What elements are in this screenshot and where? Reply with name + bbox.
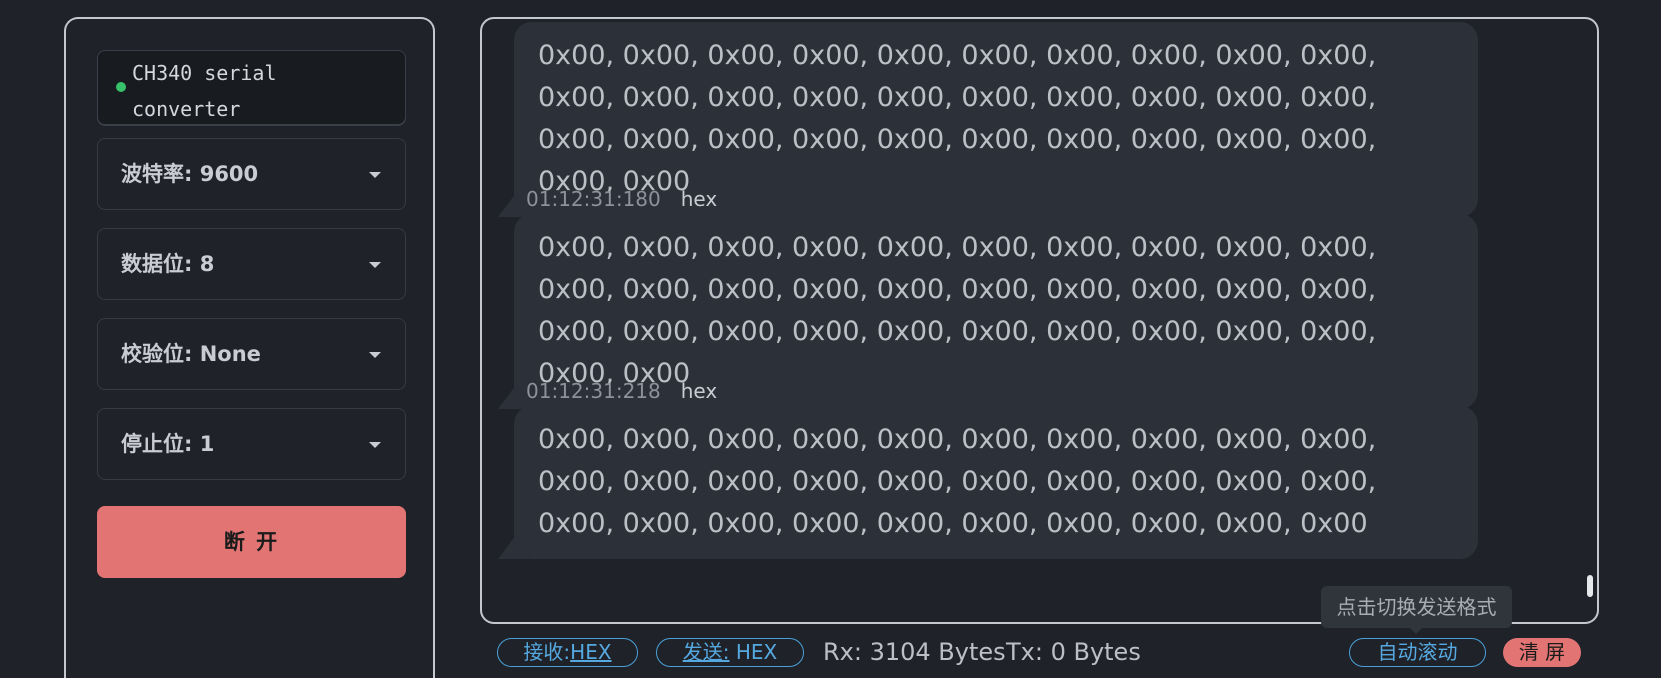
message-body: 0x00, 0x00, 0x00, 0x00, 0x00, 0x00, 0x00… xyxy=(538,232,1377,389)
message-time: 01:12:31:180 xyxy=(526,187,661,211)
message-meta: 01:12:31:218 hex xyxy=(526,379,717,403)
data-bits-label: 数据位: 8 xyxy=(121,252,215,276)
tx-format-toggle[interactable]: 发送: HEX xyxy=(656,638,804,667)
rx-format-label: 接收: xyxy=(523,640,571,664)
rx-format-toggle[interactable]: 接收:HEX xyxy=(497,638,638,667)
baud-rate-label: 波特率: 9600 xyxy=(121,162,259,186)
message-type: hex xyxy=(680,379,718,403)
message-body: 0x00, 0x00, 0x00, 0x00, 0x00, 0x00, 0x00… xyxy=(538,424,1377,539)
chevron-down-icon xyxy=(369,442,381,448)
message-bubble: 0x00, 0x00, 0x00, 0x00, 0x00, 0x00, 0x00… xyxy=(514,406,1478,559)
baud-rate-select[interactable]: 波特率: 9600 xyxy=(97,138,406,210)
connection-panel: CH340 serial converter 波特率: 9600 数据位: 8 … xyxy=(64,17,435,678)
tx-format-label: 发送: xyxy=(682,640,730,664)
chevron-down-icon xyxy=(369,352,381,358)
message-meta: 01:12:31:180 hex xyxy=(526,187,717,211)
serial-terminal-app: CH340 serial converter 波特率: 9600 数据位: 8 … xyxy=(0,0,1661,678)
device-selector[interactable]: CH340 serial converter xyxy=(97,50,406,125)
message-body: 0x00, 0x00, 0x00, 0x00, 0x00, 0x00, 0x00… xyxy=(538,40,1377,197)
tx-byte-count: Tx: 0 Bytes xyxy=(1006,638,1141,666)
device-name: CH340 serial converter xyxy=(132,61,277,121)
rx-byte-count: Rx: 3104 Bytes xyxy=(823,638,1006,666)
message-log[interactable]: 0x00, 0x00, 0x00, 0x00, 0x00, 0x00, 0x00… xyxy=(480,17,1599,624)
clear-screen-button[interactable]: 清 屏 xyxy=(1503,638,1581,667)
scrollbar-thumb[interactable] xyxy=(1587,575,1593,597)
send-format-tooltip: 点击切换发送格式 xyxy=(1321,586,1512,634)
stop-bits-select[interactable]: 停止位: 1 xyxy=(97,408,406,480)
message-type: hex xyxy=(680,187,718,211)
parity-select[interactable]: 校验位: None xyxy=(97,318,406,390)
disconnect-button[interactable]: 断 开 xyxy=(97,506,406,578)
connected-status-icon xyxy=(116,82,126,92)
chevron-down-icon xyxy=(369,262,381,268)
auto-scroll-toggle[interactable]: 自动滚动 xyxy=(1349,638,1486,667)
data-bits-select[interactable]: 数据位: 8 xyxy=(97,228,406,300)
chevron-down-icon xyxy=(369,172,381,178)
rx-format-value: HEX xyxy=(570,640,612,664)
tx-format-value: HEX xyxy=(729,640,778,664)
parity-label: 校验位: None xyxy=(121,342,261,366)
stop-bits-label: 停止位: 1 xyxy=(121,432,215,456)
message-time: 01:12:31:218 xyxy=(526,379,661,403)
